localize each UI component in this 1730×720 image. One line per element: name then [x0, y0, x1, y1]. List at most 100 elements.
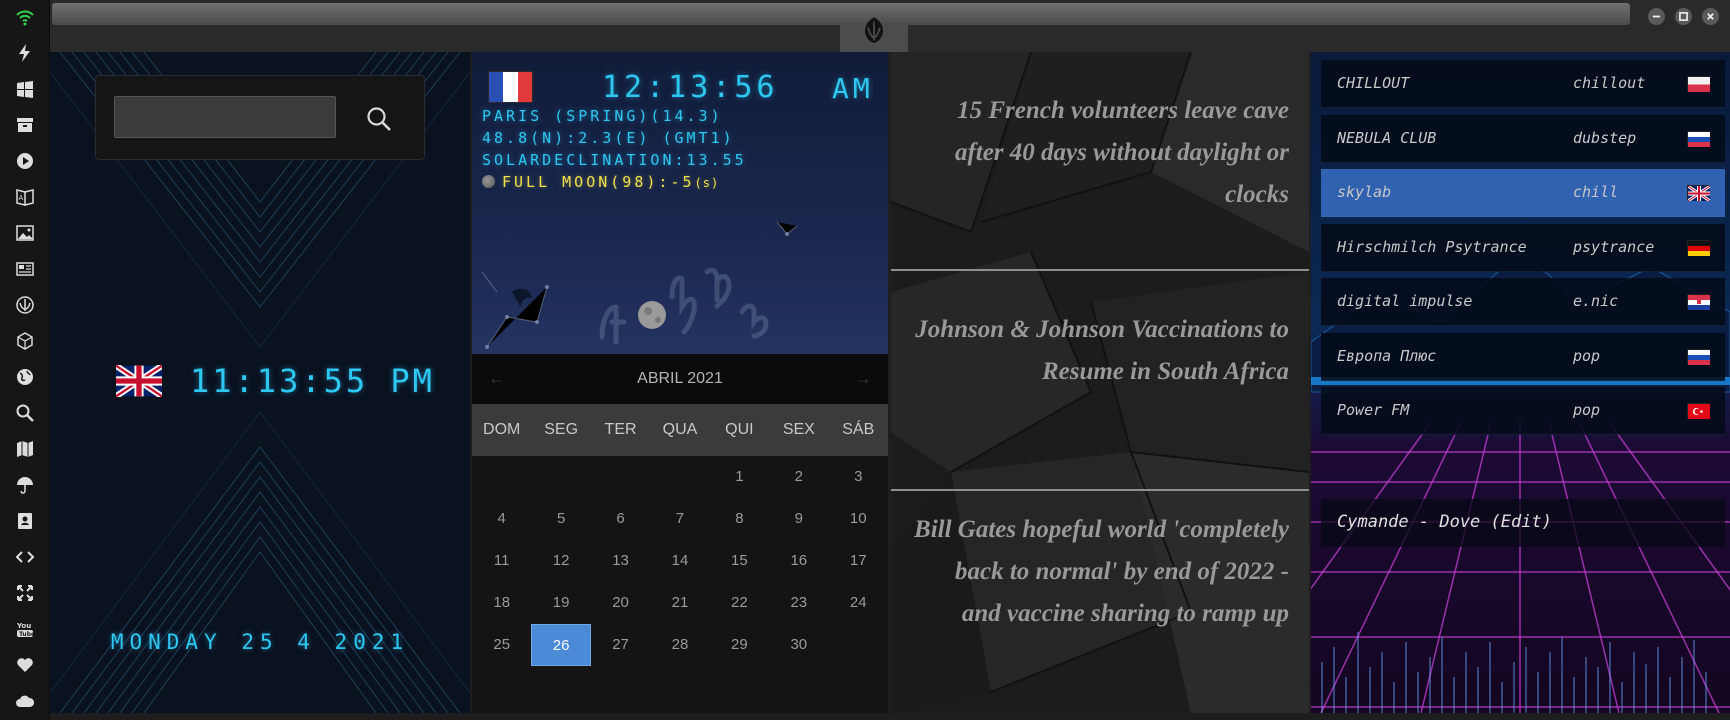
globe-icon	[17, 369, 33, 385]
station-name: CHILLOUT	[1337, 74, 1410, 92]
weekday-label: DOM	[483, 421, 521, 438]
close-button[interactable]	[1702, 8, 1719, 25]
sidebar-item-translate[interactable]: A	[0, 180, 50, 214]
code-icon	[15, 551, 35, 563]
calendar-day[interactable]: 27	[591, 624, 650, 666]
uk-time: 11:13:55 PM	[190, 362, 435, 400]
calendar-empty-cell	[591, 456, 650, 498]
calendar-day[interactable]: 6	[591, 498, 650, 540]
calendar-day[interactable]: 22	[710, 582, 769, 624]
sidebar-item-search[interactable]	[0, 396, 50, 430]
calendar-day[interactable]: 7	[650, 498, 709, 540]
uk-clock-panel: 11:13:55 PM MONDAY 25 4 2021	[50, 52, 470, 713]
sidebar-item-cloud[interactable]	[0, 684, 50, 718]
calendar-day[interactable]: 19	[531, 582, 590, 624]
close-icon	[1707, 13, 1714, 20]
zodiac-background	[481, 221, 798, 349]
calendar-day[interactable]: 30	[769, 624, 828, 666]
calendar-day[interactable]: 24	[829, 582, 888, 624]
news-headline-3[interactable]: Bill Gates hopeful world 'completely bac…	[891, 509, 1309, 635]
maximize-icon	[1679, 12, 1688, 21]
calendar-day[interactable]: 23	[769, 582, 828, 624]
sidebar-item-power[interactable]	[0, 36, 50, 70]
search-icon	[16, 404, 34, 422]
calendar-day[interactable]: 21	[650, 582, 709, 624]
minimize-button[interactable]	[1648, 8, 1665, 25]
calendar-day[interactable]: 8	[710, 498, 769, 540]
news-headline-2[interactable]: Johnson & Johnson Vaccinations to Resume…	[891, 309, 1309, 393]
radio-station-row[interactable]: Европа Плюс pop	[1321, 332, 1725, 381]
calendar-day[interactable]: 18	[472, 582, 531, 624]
weekday-label: SÁB	[842, 421, 875, 438]
sidebar-item-contacts[interactable]	[0, 504, 50, 538]
france-ampm: AM	[832, 72, 874, 105]
russia-flag-icon	[1687, 130, 1710, 147]
expand-icon	[17, 585, 33, 601]
now-playing[interactable]: Cymande - Dove (Edit)	[1321, 499, 1725, 547]
calendar-day[interactable]: 5	[531, 498, 590, 540]
calendar-day[interactable]: 4	[472, 498, 531, 540]
sidebar-item-favorites[interactable]	[0, 648, 50, 682]
sidebar-item-news[interactable]	[0, 252, 50, 286]
radio-station-row[interactable]: digital impulse e.nic	[1321, 278, 1725, 326]
calendar-day[interactable]: 9	[769, 498, 828, 540]
calendar-week: 4 5 6 7 8 9 10	[472, 498, 888, 540]
heart-icon	[17, 658, 33, 672]
calendar-day[interactable]: 28	[650, 624, 709, 666]
sidebar-item-archive[interactable]	[0, 108, 50, 142]
sidebar-item-images[interactable]	[0, 216, 50, 250]
weekday-label: QUI	[725, 421, 754, 438]
germany-flag-icon	[1687, 239, 1710, 256]
radio-station-row[interactable]: skylab chill	[1321, 169, 1725, 217]
station-name: skylab	[1337, 183, 1392, 201]
calendar-day[interactable]: 14	[650, 540, 709, 582]
radio-station-row[interactable]: Power FM pop	[1321, 387, 1725, 435]
radio-station-row[interactable]: CHILLOUT chillout	[1321, 60, 1725, 108]
sidebar-item-globe[interactable]	[0, 360, 50, 394]
home-tab[interactable]	[840, 17, 908, 52]
calendar-next-button[interactable]: →	[854, 368, 872, 389]
sidebar-item-windows[interactable]	[0, 72, 50, 106]
calendar-day[interactable]: 11	[472, 540, 531, 582]
calendar-day[interactable]: 12	[531, 540, 590, 582]
calendar-prev-button[interactable]: ←	[488, 368, 506, 389]
calendar-day[interactable]: 1	[710, 456, 769, 498]
calendar-day[interactable]: 16	[769, 540, 828, 582]
sidebar-item-map[interactable]	[0, 432, 50, 466]
calendar-day-selected[interactable]: 26	[531, 624, 591, 666]
map-icon	[17, 441, 33, 457]
sidebar-item-code[interactable]	[0, 540, 50, 574]
calendar-day[interactable]: 10	[829, 498, 888, 540]
calendar-day[interactable]: 13	[591, 540, 650, 582]
calendar-day[interactable]: 17	[829, 540, 888, 582]
sidebar-item-expand[interactable]	[0, 576, 50, 610]
sidebar-item-youtube[interactable]: You Tube	[0, 612, 50, 646]
maximize-button[interactable]	[1675, 8, 1692, 25]
sidebar-item-network[interactable]	[0, 0, 50, 34]
radio-station-row[interactable]: NEBULA CLUB dubstep	[1321, 114, 1725, 163]
calendar-week: 11 12 13 14 15 16 17	[472, 540, 888, 582]
window-drag-bar[interactable]	[52, 3, 1630, 25]
sidebar-item-rebel[interactable]	[0, 288, 50, 322]
coordinates-line: 48.8(N):2.3(E) (GMT1)	[482, 129, 735, 147]
search-input[interactable]	[114, 96, 336, 138]
news-headline-1[interactable]: 15 French volunteers leave cave after 40…	[891, 90, 1309, 216]
cube-icon	[17, 332, 33, 350]
sidebar-item-weather[interactable]	[0, 468, 50, 502]
calendar-day[interactable]: 20	[591, 582, 650, 624]
search-button[interactable]	[364, 104, 394, 134]
solar-declination-line: SOLARDECLINATION:13.55	[482, 151, 747, 169]
station-genre: psytrance	[1573, 237, 1655, 256]
weekday-label: QUA	[662, 421, 698, 438]
calendar-day[interactable]: 25	[472, 624, 531, 666]
united-kingdom-flag-icon	[1687, 185, 1710, 201]
station-name: Европа Плюс	[1337, 346, 1437, 365]
archive-icon	[17, 118, 33, 132]
calendar-day[interactable]: 15	[710, 540, 769, 582]
sidebar-item-3d[interactable]	[0, 324, 50, 358]
calendar-day[interactable]: 3	[829, 456, 888, 498]
sidebar-item-media[interactable]	[0, 144, 50, 178]
calendar-day[interactable]: 2	[769, 456, 828, 498]
calendar-day[interactable]: 29	[710, 624, 769, 666]
radio-station-row[interactable]: Hirschmilch Psytrance psytrance	[1321, 223, 1725, 272]
